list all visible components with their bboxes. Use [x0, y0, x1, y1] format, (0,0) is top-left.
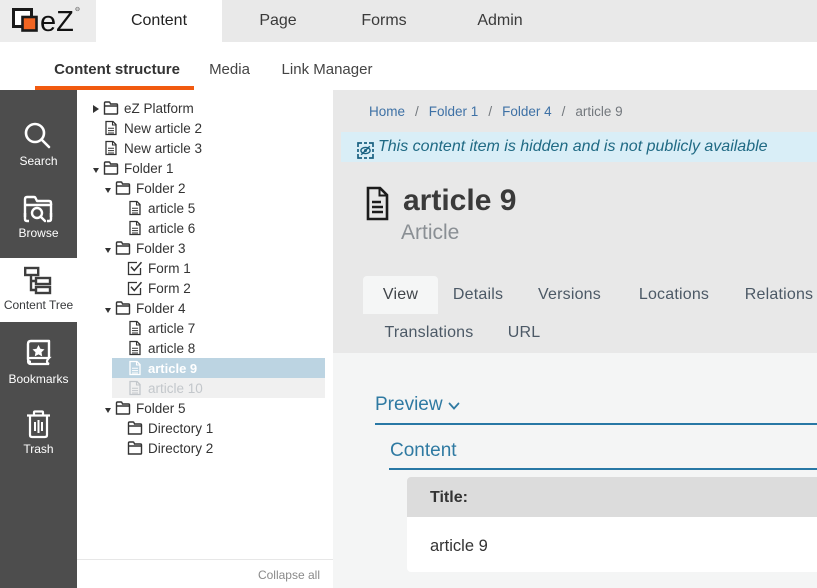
svg-text:eZ: eZ — [40, 6, 74, 38]
svg-text:R: R — [76, 7, 79, 11]
